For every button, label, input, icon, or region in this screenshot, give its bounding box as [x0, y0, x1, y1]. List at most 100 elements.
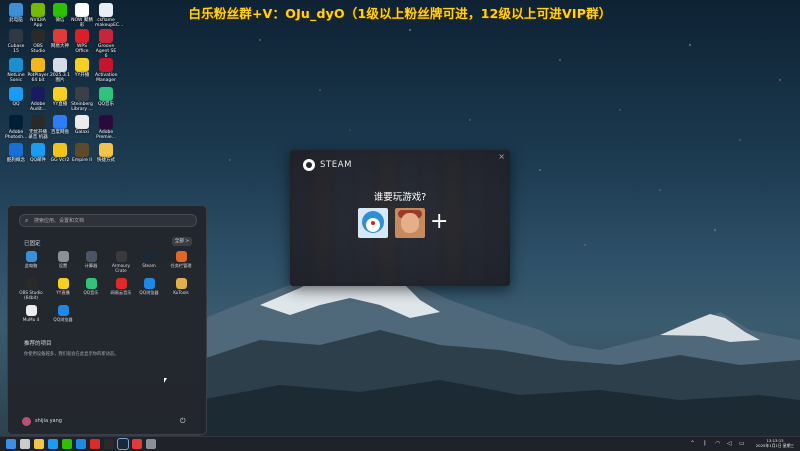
- pinned-app[interactable]: 网易云音乐: [106, 278, 136, 295]
- netease-icon[interactable]: [132, 439, 142, 449]
- clock-date: 2025年1月1日 星期三: [755, 443, 795, 448]
- pinned-app[interactable]: 此电脑: [16, 251, 46, 268]
- audition-icon: [31, 87, 45, 101]
- desktop-icon[interactable]: 微信: [49, 3, 71, 23]
- pinned-app[interactable]: YY直播: [48, 278, 78, 295]
- steam-account-avatar-2[interactable]: [395, 208, 425, 238]
- wps-icon: [75, 29, 89, 43]
- desktop-icon[interactable]: Adobe Photosh...: [5, 115, 27, 140]
- desktop-icon[interactable]: 网易大神: [49, 29, 71, 49]
- potplayer-icon: [31, 58, 45, 72]
- desktop-icon[interactable]: csflame makeupEC...: [95, 3, 124, 28]
- pinned-app[interactable]: OBS Studio (64bit): [16, 278, 46, 300]
- desktop-icon[interactable]: NVIDIA App: [27, 3, 49, 28]
- desktop-icon[interactable]: QQ: [5, 87, 27, 107]
- pinned-app[interactable]: QQ音乐: [76, 278, 106, 295]
- battery-icon[interactable]: ▭: [739, 440, 745, 447]
- desktop-icon[interactable]: NOW 聚精彩: [71, 3, 93, 28]
- desktop-icon-label: 快捷方式: [97, 158, 115, 163]
- desktop-icon-label: csflame makeupEC...: [95, 18, 124, 28]
- desktop-icon[interactable]: 酷狗概念: [5, 143, 27, 163]
- qq-icon[interactable]: [48, 439, 58, 449]
- desktop-icon[interactable]: NetLine Sonic: [5, 58, 27, 83]
- desktop-icon[interactable]: YY直播: [49, 87, 71, 107]
- pinned-app[interactable]: QQ浏览器: [134, 278, 164, 295]
- system-clock[interactable]: 13:13:13 2025年1月1日 星期三: [753, 438, 797, 448]
- photoshop-icon: [9, 115, 23, 129]
- desktop-icon[interactable]: Adobe Audit...: [27, 87, 49, 112]
- steam-icon[interactable]: [117, 438, 129, 450]
- desktop-icon[interactable]: Adobe Premie...: [95, 115, 117, 140]
- desktop-icon[interactable]: PotPlayer 64 bit: [27, 58, 49, 83]
- user-name: shijia yang: [35, 418, 62, 424]
- steam-account-avatar-1[interactable]: [358, 208, 388, 238]
- pinned-app[interactable]: 任务栏管理: [166, 251, 196, 268]
- volume-icon[interactable]: ◁: [727, 440, 732, 447]
- desktop-icon[interactable]: Cubase 15: [5, 29, 27, 54]
- galaxi-icon: [75, 115, 89, 129]
- netline-icon: [9, 58, 23, 72]
- power-icon[interactable]: ⏻: [180, 417, 186, 426]
- desktop-icon[interactable]: Activation Manager: [95, 58, 118, 83]
- pinned-app[interactable]: Steam: [134, 251, 164, 268]
- desktop-icon-label: QQ邮件: [29, 158, 47, 163]
- desktop-icon[interactable]: GG Vcr2: [49, 143, 71, 163]
- search-icon[interactable]: [20, 439, 30, 449]
- kugou-icon: [9, 143, 23, 157]
- ggvcr-icon: [53, 143, 67, 157]
- desktop-icon[interactable]: Empire II: [71, 143, 93, 163]
- start-menu: ⌕ 搜索应用、设置和文档 已固定 全部 > 此电脑 设置 计算器 Armoury Cr…: [7, 205, 207, 435]
- qq-browser-icon: [143, 278, 155, 289]
- calculator-icon: [85, 251, 97, 262]
- desktop-icon-label: GG Vcr2: [50, 158, 70, 163]
- pinned-app-label: 设置: [58, 263, 68, 268]
- now-icon: [75, 3, 89, 17]
- desktop-icon[interactable]: Galaxi: [71, 115, 93, 135]
- all-apps-button[interactable]: 全部 >: [172, 237, 192, 246]
- file-explorer-icon[interactable]: [34, 439, 44, 449]
- desktop-icon[interactable]: 无忧开播录音 机器: [27, 115, 49, 140]
- start-search-input[interactable]: ⌕ 搜索应用、设置和文档: [19, 214, 197, 227]
- desktop-icon[interactable]: OBS Studio: [27, 29, 49, 54]
- wechat-icon[interactable]: [62, 439, 72, 449]
- desktop-icon[interactable]: 快捷方式: [95, 143, 117, 163]
- desktop-icon[interactable]: QQ邮件: [27, 143, 49, 163]
- desktop-icon[interactable]: 此电脑: [5, 3, 27, 23]
- desktop-icon[interactable]: 百度网盘: [49, 115, 71, 135]
- desktop-icon[interactable]: QQ音乐: [95, 87, 117, 107]
- bluetooth-icon[interactable]: ᛒ: [703, 440, 707, 447]
- netease-music-icon[interactable]: [90, 439, 100, 449]
- kutools-icon: [175, 278, 187, 289]
- desktop-icon-label: Adobe Photosh...: [5, 130, 28, 140]
- desktop-icon[interactable]: YY开播: [71, 58, 93, 78]
- pinned-app[interactable]: Armoury Crate: [106, 251, 136, 273]
- yy-live-icon: [53, 87, 67, 101]
- qq-mail-icon: [31, 143, 45, 157]
- empire-icon: [75, 143, 89, 157]
- wechat-icon: [53, 3, 67, 17]
- pinned-app[interactable]: QQ浏览器: [48, 305, 78, 322]
- desktop-icon[interactable]: Groove Agent SE 6: [95, 29, 117, 59]
- stream-banner-text: 白乐粉丝群+V：OJu_dyO（1级以上粉丝牌可进，12级以上可进VIP群）: [188, 6, 612, 21]
- activation-icon: [99, 58, 113, 72]
- pinned-app[interactable]: 计算器: [76, 251, 106, 268]
- computer-icon: [25, 251, 37, 262]
- desktop-icon-label: Steinberg Library ...: [71, 102, 93, 112]
- add-account-button[interactable]: +: [430, 210, 448, 234]
- edge-icon[interactable]: [76, 439, 86, 449]
- settings-icon[interactable]: [146, 439, 156, 449]
- pinned-app[interactable]: 设置: [48, 251, 78, 268]
- obs-icon[interactable]: [104, 439, 114, 449]
- wifi-icon[interactable]: ◠: [715, 440, 720, 447]
- desktop-icon[interactable]: WPS Office: [71, 29, 93, 54]
- pinned-app[interactable]: KuTools: [166, 278, 196, 295]
- mouse-cursor: [164, 378, 167, 383]
- desktop-icon[interactable]: 2025.3.1 图片: [49, 58, 71, 83]
- chevron-up-icon[interactable]: ⌃: [690, 440, 695, 447]
- close-icon[interactable]: ×: [498, 152, 505, 161]
- desktop-icon[interactable]: Steinberg Library ...: [71, 87, 93, 112]
- image-icon: [53, 58, 67, 72]
- desktop-icon-label: 百度网盘: [51, 130, 69, 135]
- windows-start-icon[interactable]: [6, 439, 16, 449]
- pinned-app[interactable]: MuMu 4: [16, 305, 46, 322]
